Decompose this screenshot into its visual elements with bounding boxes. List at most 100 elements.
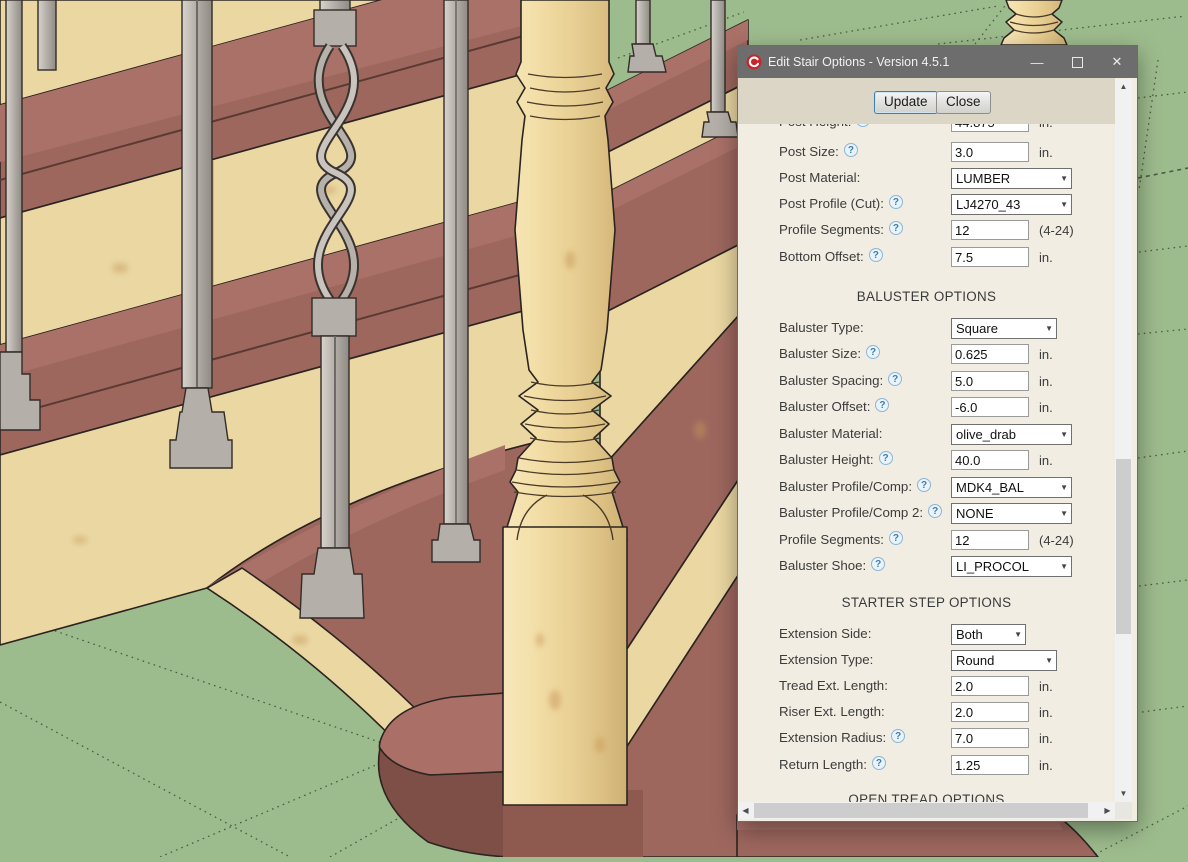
form-content: Post Height:?in.Post Size:?in.Post Mater… bbox=[738, 124, 1115, 802]
select-value: LUMBER bbox=[956, 171, 1010, 186]
form-row-baluster-type: Baluster Type:Square▼ bbox=[779, 318, 1115, 340]
help-icon[interactable]: ? bbox=[875, 398, 889, 412]
form-row-extension-side: Extension Side:Both▼ bbox=[779, 624, 1115, 646]
minimize-button[interactable]: — bbox=[1017, 46, 1057, 78]
label-riser-ext-length: Riser Ext. Length: bbox=[779, 704, 885, 719]
unit-label: in. bbox=[1039, 400, 1053, 415]
select-baluster-type[interactable]: Square ▼ bbox=[951, 318, 1057, 339]
label-baluster-profile-comp: Baluster Profile/Comp: bbox=[779, 479, 912, 494]
section-header: STARTER STEP OPTIONS bbox=[738, 595, 1115, 610]
form-row-baluster-profile-comp: Baluster Profile/Comp:? MDK4_BAL▼ bbox=[779, 477, 1115, 499]
scroll-left-icon[interactable]: ◀ bbox=[738, 802, 753, 819]
select-extension-side[interactable]: Both▼ bbox=[951, 624, 1026, 645]
dropdown-arrow-icon: ▼ bbox=[1060, 174, 1068, 184]
baluster bbox=[636, 0, 650, 44]
help-icon[interactable]: ? bbox=[844, 143, 858, 157]
select-baluster-profile-comp-2[interactable]: NONE▼ bbox=[951, 503, 1072, 524]
select-baluster-shoe[interactable]: LI_PROCOL▼ bbox=[951, 556, 1072, 577]
select-baluster-profile-comp[interactable]: MDK4_BAL▼ bbox=[951, 477, 1072, 498]
label-bottom-offset: Bottom Offset: bbox=[779, 249, 864, 264]
label-extension-radius: Extension Radius: bbox=[779, 730, 886, 745]
help-icon[interactable]: ? bbox=[866, 345, 880, 359]
input-baluster-size[interactable] bbox=[951, 344, 1029, 364]
unit-label: in. bbox=[1039, 731, 1053, 746]
input-post-size[interactable] bbox=[951, 142, 1029, 162]
dropdown-arrow-icon: ▼ bbox=[1045, 656, 1053, 666]
help-icon[interactable]: ? bbox=[888, 372, 902, 386]
help-icon[interactable]: ? bbox=[917, 478, 931, 492]
dialog-titlebar[interactable]: Edit Stair Options - Version 4.5.1 — ✕ bbox=[738, 46, 1137, 78]
form-row-extension-radius: Extension Radius:? in. bbox=[779, 728, 1115, 750]
scroll-right-icon[interactable]: ▶ bbox=[1100, 802, 1115, 819]
dropdown-arrow-icon: ▼ bbox=[1060, 509, 1068, 519]
help-icon[interactable]: ? bbox=[889, 531, 903, 545]
form-row-profile-segments-2: Profile Segments:?(4-24) bbox=[779, 530, 1115, 552]
form-row-baluster-shoe: Baluster Shoe:?LI_PROCOL▼ bbox=[779, 556, 1115, 578]
help-icon[interactable]: ? bbox=[879, 451, 893, 465]
help-icon[interactable]: ? bbox=[889, 195, 903, 209]
dropdown-arrow-icon: ▼ bbox=[1060, 430, 1068, 440]
form-row-extension-type: Extension Type:Round▼ bbox=[779, 650, 1115, 672]
select-post-material[interactable]: LUMBER ▼ bbox=[951, 168, 1072, 189]
input-profile-segments[interactable] bbox=[951, 220, 1029, 240]
unit-label: in. bbox=[1039, 705, 1053, 720]
select-value: Square bbox=[956, 321, 998, 336]
help-icon[interactable]: ? bbox=[891, 729, 905, 743]
form-row-post-height: Post Height:?in. bbox=[779, 124, 1115, 134]
horizontal-scroll-thumb[interactable] bbox=[754, 803, 1088, 818]
section-header: BALUSTER OPTIONS bbox=[738, 289, 1115, 304]
scroll-down-icon[interactable]: ▼ bbox=[1115, 786, 1132, 802]
section-header: OPEN TREAD OPTIONS bbox=[738, 792, 1115, 802]
form-row-baluster-offset: Baluster Offset:?in. bbox=[779, 397, 1115, 419]
select-value: MDK4_BAL bbox=[956, 480, 1024, 495]
help-icon[interactable]: ? bbox=[889, 221, 903, 235]
baluster bbox=[711, 0, 725, 112]
form-row-baluster-profile-comp-2: Baluster Profile/Comp 2:?NONE▼ bbox=[779, 503, 1115, 525]
dropdown-arrow-icon: ▼ bbox=[1045, 324, 1053, 334]
plugin-logo-icon bbox=[746, 54, 762, 70]
close-window-button[interactable]: ✕ bbox=[1097, 46, 1137, 78]
unit-label: in. bbox=[1039, 250, 1053, 265]
input-extension-radius[interactable] bbox=[951, 728, 1029, 748]
select-value: LI_PROCOL bbox=[956, 559, 1029, 574]
input-riser-ext-length[interactable] bbox=[951, 702, 1029, 722]
scroll-up-icon[interactable]: ▲ bbox=[1115, 79, 1132, 95]
help-icon[interactable]: ? bbox=[869, 248, 883, 262]
unit-label: in. bbox=[1039, 758, 1053, 773]
form-row-post-profile-cut: Post Profile (Cut):? LJ4270_43▼ bbox=[779, 194, 1115, 216]
label-post-profile-cut: Post Profile (Cut): bbox=[779, 196, 884, 211]
label-baluster-size: Baluster Size: bbox=[779, 346, 861, 361]
vertical-scroll-thumb[interactable] bbox=[1116, 459, 1131, 634]
input-baluster-offset[interactable] bbox=[951, 397, 1029, 417]
select-value: Round bbox=[956, 653, 994, 668]
update-button[interactable]: Update bbox=[874, 91, 938, 114]
select-value: olive_drab bbox=[956, 427, 1016, 442]
close-button[interactable]: Close bbox=[936, 91, 991, 114]
maximize-button[interactable] bbox=[1057, 46, 1097, 78]
input-return-length[interactable] bbox=[951, 755, 1029, 775]
unit-label: in. bbox=[1039, 374, 1053, 389]
help-icon[interactable]: ? bbox=[871, 557, 885, 571]
horizontal-scrollbar[interactable]: ◀ ▶ bbox=[738, 802, 1115, 819]
input-baluster-spacing[interactable] bbox=[951, 371, 1029, 391]
input-tread-ext-length[interactable] bbox=[951, 676, 1029, 696]
help-icon[interactable]: ? bbox=[928, 504, 942, 518]
scrollbar-corner bbox=[1115, 802, 1132, 819]
dialog-button-strip: Update Close bbox=[738, 78, 1115, 124]
select-post-profile-cut[interactable]: LJ4270_43▼ bbox=[951, 194, 1072, 215]
newel-square-base bbox=[503, 527, 627, 805]
input-baluster-height[interactable] bbox=[951, 450, 1029, 470]
form-row-baluster-material: Baluster Material:olive_drab▼ bbox=[779, 424, 1115, 446]
input-post-height[interactable] bbox=[951, 124, 1029, 132]
label-post-material: Post Material: bbox=[779, 170, 860, 185]
input-bottom-offset[interactable] bbox=[951, 247, 1029, 267]
form-row-baluster-spacing: Baluster Spacing:?in. bbox=[779, 371, 1115, 393]
select-extension-type[interactable]: Round ▼ bbox=[951, 650, 1057, 671]
input-profile-segments-2[interactable] bbox=[951, 530, 1029, 550]
vertical-scrollbar[interactable]: ▲ ▼ bbox=[1115, 79, 1132, 802]
select-baluster-material[interactable]: olive_drab ▼ bbox=[951, 424, 1072, 445]
form-row-riser-ext-length: Riser Ext. Length: in. bbox=[779, 702, 1115, 724]
basket-collar bbox=[312, 298, 356, 336]
help-icon[interactable]: ? bbox=[872, 756, 886, 770]
help-icon[interactable]: ? bbox=[856, 124, 870, 127]
